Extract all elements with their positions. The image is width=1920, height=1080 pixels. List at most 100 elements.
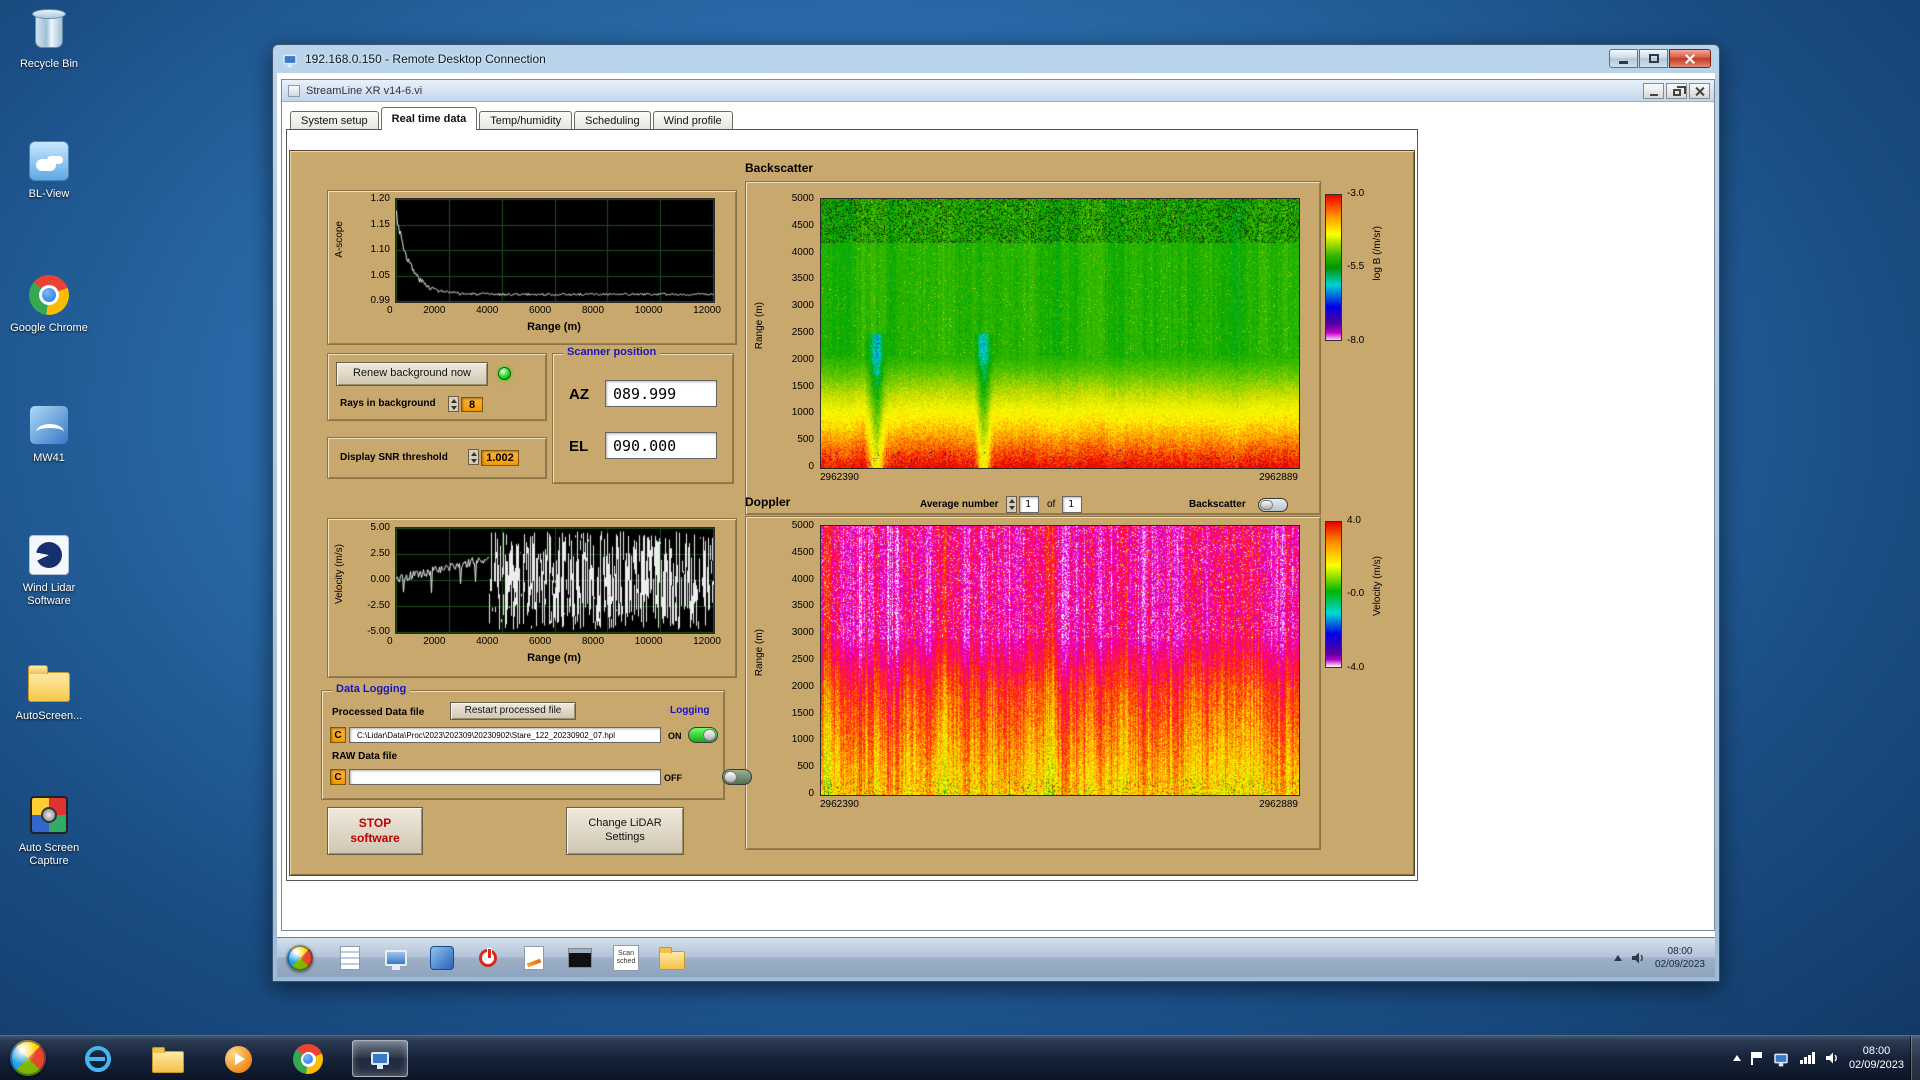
doppler-x-ticks: 2962390 2962889 [820, 799, 1298, 810]
minimize-icon[interactable] [1643, 83, 1664, 99]
taskbar-media-player-icon[interactable] [218, 1044, 258, 1074]
desktop-icon-blview[interactable]: BL-View [6, 138, 92, 201]
el-value[interactable]: 090.000 [605, 432, 717, 459]
volume-icon[interactable] [1631, 952, 1645, 964]
tab-wind-profile[interactable]: Wind profile [652, 111, 733, 130]
document-app-icon[interactable] [519, 943, 549, 973]
remote-start-button[interactable] [287, 944, 313, 971]
taskbar-rdp-button[interactable] [352, 1040, 408, 1077]
volume-icon[interactable] [1825, 1052, 1839, 1064]
renew-background-button[interactable]: Renew background now [336, 362, 488, 386]
display-tray-icon[interactable] [1774, 1053, 1788, 1066]
scanner-position-title: Scanner position [563, 346, 661, 358]
velocity-x-axis-label: Range (m) [527, 652, 581, 664]
backscatter-toggle[interactable] [1258, 498, 1288, 512]
tab-real-time-data[interactable]: Real time data [380, 107, 478, 130]
desktop-icon-mw41[interactable]: MW41 [6, 402, 92, 465]
desktop-icon-auto-screen-capture[interactable]: Auto Screen Capture [6, 792, 92, 868]
restore-icon[interactable] [1666, 83, 1687, 99]
restart-processed-file-button[interactable]: Restart processed file [450, 702, 576, 720]
backscatter-toggle-label: Backscatter [1189, 499, 1246, 510]
minimize-icon[interactable] [1609, 49, 1638, 68]
tick-label: 4500 [791, 219, 814, 231]
desktop-icon-autoscreen[interactable]: AutoScreen... [6, 660, 92, 723]
close-icon[interactable] [1689, 83, 1710, 99]
tick-label: 5000 [791, 520, 814, 531]
show-desktop-button[interactable] [1910, 1036, 1920, 1080]
processed-drive-button[interactable]: C [330, 727, 346, 743]
show-hidden-icons[interactable] [1732, 1055, 1741, 1061]
processed-data-file-label: Processed Data file [332, 707, 425, 718]
backscatter-y-ticks: 5000 4500 4000 3500 3000 2500 2000 1500 … [774, 193, 814, 472]
velocity-y-ticks: 5.00 2.50 0.00 -2.50 -5.00 [348, 522, 390, 637]
rays-spinner[interactable] [448, 396, 459, 412]
blue-app-icon[interactable] [427, 943, 457, 973]
tab-temp-humidity[interactable]: Temp/humidity [479, 111, 573, 130]
on-label: ON [668, 731, 682, 741]
stop-software-button[interactable]: STOP software [327, 807, 423, 855]
tick-label: 1000 [791, 407, 814, 419]
desktop-icon-recycle-bin[interactable]: Recycle Bin [6, 8, 92, 71]
tick-label: 2.50 [370, 548, 390, 559]
taskbar-explorer-icon[interactable] [148, 1044, 188, 1074]
tick-label: 1.15 [370, 218, 390, 230]
tick-label: 1.20 [370, 193, 390, 204]
processed-path-field[interactable]: C:\Lidar\Data\Proc\2023\202309\20230902\… [349, 727, 661, 743]
colorbar-tick: -4.0 [1347, 662, 1365, 673]
remote-clock[interactable]: 08:00 02/09/2023 [1655, 945, 1705, 971]
doppler-title: Doppler [745, 495, 791, 509]
background-controls-box: Renew background now Rays in background … [327, 353, 547, 421]
change-lidar-settings-button[interactable]: Change LiDAR Settings [566, 807, 684, 855]
raw-logging-toggle[interactable] [722, 769, 753, 785]
velocity-y-axis-label: Velocity (m/s) [334, 544, 345, 605]
processed-logging-toggle[interactable] [688, 727, 718, 743]
taskbar-ie-icon[interactable] [78, 1044, 118, 1074]
tick-label: 3500 [791, 273, 814, 285]
auto-screen-capture-icon [26, 792, 72, 838]
clock[interactable]: 08:00 02/09/2023 [1849, 1044, 1904, 1073]
folder-icon[interactable] [657, 943, 687, 973]
average-number-value[interactable]: 1 [1019, 496, 1039, 513]
desktop-icon-label: AutoScreen... [15, 710, 83, 722]
snr-spinner[interactable] [468, 449, 479, 465]
show-hidden-icons[interactable] [1613, 954, 1622, 961]
journal-app-icon[interactable] [335, 943, 365, 973]
action-center-icon[interactable] [1750, 1051, 1762, 1065]
tick-label: 6000 [528, 636, 552, 647]
app-window-icon [288, 84, 300, 97]
rdp-titlebar[interactable]: 192.168.0.150 - Remote Desktop Connectio… [273, 45, 1719, 73]
tab-system-setup[interactable]: System setup [290, 111, 379, 130]
app-titlebar[interactable]: StreamLine XR v14-6.vi [282, 80, 1714, 102]
maximize-icon[interactable] [1639, 49, 1668, 68]
doppler-plot-box: Range (m) 5000 4500 4000 3500 3000 2500 … [745, 516, 1321, 850]
average-count-value[interactable]: 1 [1062, 496, 1082, 513]
raw-path-field[interactable] [349, 769, 661, 785]
scan-schedule-icon[interactable]: Scan sched [611, 943, 641, 973]
monitor-app-icon[interactable] [381, 943, 411, 973]
snr-value[interactable]: 1.002 [481, 450, 519, 466]
power-off-icon[interactable] [473, 943, 503, 973]
average-number-spinner[interactable] [1006, 496, 1017, 513]
network-icon[interactable] [1799, 1052, 1816, 1064]
raw-drive-button[interactable]: C [330, 769, 346, 785]
rays-value[interactable]: 8 [461, 397, 483, 412]
background-led [498, 367, 511, 380]
rays-in-background-label: Rays in background [340, 398, 436, 409]
az-value[interactable]: 089.999 [605, 380, 717, 407]
taskbar-chrome-icon[interactable] [288, 1044, 328, 1074]
desktop-icon-wind-lidar[interactable]: Wind Lidar Software [6, 532, 92, 608]
backscatter-colorbar-label: log B (/m/sr) [1372, 226, 1383, 281]
tick-label: 0 [808, 460, 814, 472]
command-prompt-icon[interactable] [565, 943, 595, 973]
tick-label: 3500 [791, 600, 814, 612]
desktop-icon-chrome[interactable]: Google Chrome [6, 272, 92, 335]
off-label: OFF [664, 773, 682, 783]
blview-icon [26, 138, 72, 184]
close-icon[interactable] [1669, 49, 1711, 68]
tick-label: 1000 [791, 734, 814, 746]
tick-label: 3000 [791, 300, 814, 312]
start-button[interactable] [10, 1040, 46, 1076]
tick-label: 8000 [581, 636, 605, 647]
tab-scheduling[interactable]: Scheduling [574, 111, 651, 130]
rdp-window-icon [283, 54, 297, 67]
